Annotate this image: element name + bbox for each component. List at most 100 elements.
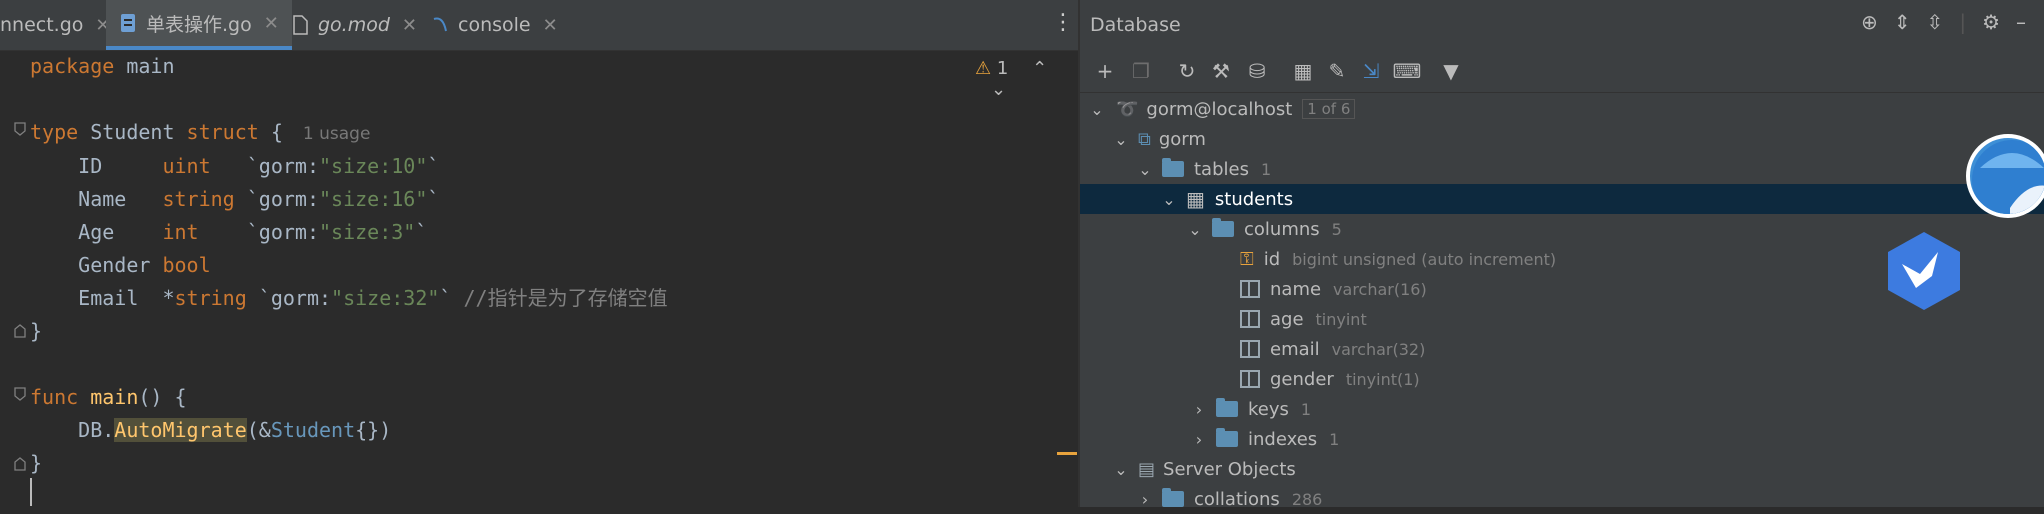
field-name: Age — [30, 220, 163, 244]
code-line: } — [30, 447, 42, 480]
tag-string: "size:32" — [331, 286, 440, 310]
code-area[interactable]: package main type Student struct {1 usag… — [0, 50, 1078, 507]
tag-string: "size:10" — [319, 154, 428, 178]
field-type: string — [162, 187, 235, 211]
query-console-icon[interactable]: ⌨ — [1392, 56, 1422, 86]
chevron-right-icon[interactable]: › — [1192, 400, 1206, 419]
tab-connect-go[interactable]: nnect.go ✕ — [0, 0, 111, 50]
scroll-marker[interactable] — [1057, 452, 1077, 455]
tree-node-column[interactable]: gender tinyint(1) — [1080, 364, 2044, 394]
close-icon[interactable]: ✕ — [402, 15, 417, 36]
column-name: name — [1270, 278, 1322, 300]
server-objects-icon: ▤ — [1138, 458, 1156, 480]
chevron-down-icon[interactable]: ⌄ — [1114, 130, 1128, 149]
code-line: DB.AutoMigrate(&Student{}) — [30, 414, 391, 447]
keyword: type — [30, 120, 79, 144]
chevron-down-icon[interactable]: ⌄ — [1188, 220, 1202, 239]
chevron-down-icon[interactable]: ⌄ — [1138, 160, 1152, 179]
field-type: int — [162, 220, 199, 244]
keyword: func — [30, 385, 79, 409]
close-icon[interactable]: ✕ — [264, 13, 279, 34]
tag-suffix: ` — [439, 286, 464, 310]
chevron-down-icon[interactable]: ⌄ — [1162, 190, 1176, 209]
tree-node-collations[interactable]: › collations 286 — [1080, 484, 2044, 514]
bird-app-icon[interactable] — [1886, 230, 1962, 312]
table-icon[interactable]: ▦ — [1288, 56, 1318, 86]
usage-hint[interactable]: 1 usage — [303, 124, 371, 144]
fold-icon[interactable] — [14, 122, 26, 136]
refresh-icon[interactable]: ↻ — [1172, 56, 1202, 86]
tree-node-connection[interactable]: ⌄ ➰ gorm@localhost 1 of 6 — [1080, 94, 2044, 124]
primary-key-column-icon: ⚿ — [1240, 248, 1254, 270]
data-source-properties-icon[interactable]: ⛁ — [1242, 56, 1272, 86]
field-type: bool — [162, 253, 211, 277]
gear-icon[interactable]: ⚙ — [1982, 10, 2000, 34]
code-line: Name string `gorm:"size:16"` — [30, 183, 439, 216]
chevron-right-icon[interactable]: › — [1192, 430, 1206, 449]
code-editor[interactable]: nnect.go ✕ 单表操作.go ✕ go.mod ✕ console ✕ … — [0, 0, 1078, 507]
tag-prefix: `gorm: — [198, 220, 319, 244]
tree-node-server-objects[interactable]: ⌄ ▤ Server Objects — [1080, 454, 2044, 484]
node-label: students — [1214, 188, 1294, 210]
fold-icon[interactable] — [14, 387, 26, 401]
tree-node-indexes[interactable]: › indexes 1 — [1080, 424, 2044, 454]
filter-icon[interactable]: ▼ — [1436, 56, 1466, 86]
keyword: package — [30, 54, 115, 78]
node-count: 1 — [1329, 429, 1340, 449]
punctuation: {}) — [355, 418, 392, 442]
text-caret — [30, 478, 32, 506]
expand-all-icon[interactable]: ⇕ — [1894, 10, 1911, 34]
tree-node-keys[interactable]: › keys 1 — [1080, 394, 2044, 424]
node-label: collations — [1194, 488, 1280, 510]
punctuation: } — [30, 319, 43, 343]
tab-danbiao-go[interactable]: 单表操作.go ✕ — [106, 0, 292, 50]
node-label: columns — [1244, 218, 1320, 240]
floating-assistant-icon[interactable] — [1966, 134, 2044, 218]
field-name: Email — [30, 286, 163, 310]
add-icon[interactable]: + — [1090, 56, 1120, 86]
collapse-all-icon[interactable]: ⇳ — [1927, 10, 1944, 34]
jump-to-source-icon[interactable]: ⇲ — [1356, 56, 1386, 86]
punctuation: { — [258, 120, 283, 144]
table-icon: ▦ — [1186, 187, 1205, 211]
node-label: gorm — [1158, 128, 1206, 150]
tab-console[interactable]: console ✕ — [432, 0, 562, 50]
node-label: Server Objects — [1163, 458, 1296, 480]
column-type: varchar(32) — [1331, 339, 1426, 359]
column-type: bigint unsigned (auto increment) — [1292, 249, 1557, 269]
duplicate-icon[interactable]: ❐ — [1126, 56, 1156, 86]
code-line: Gender bool — [30, 249, 211, 282]
field-name: Gender — [30, 253, 163, 277]
type-name: Student — [270, 418, 356, 442]
tab-label: go.mod — [318, 14, 390, 36]
fold-end-icon[interactable] — [14, 324, 26, 338]
close-icon[interactable]: ✕ — [543, 15, 558, 36]
tree-node-table-students[interactable]: ⌄ ▦ students — [1080, 184, 2044, 214]
tree-node-column[interactable]: email varchar(32) — [1080, 334, 2044, 364]
edit-icon[interactable]: ✎ — [1322, 56, 1352, 86]
keyword: struct — [186, 120, 259, 144]
code-line: ID uint `gorm:"size:10"` — [30, 150, 439, 183]
column-name: email — [1270, 338, 1320, 360]
identifier: main — [114, 54, 175, 78]
chevron-right-icon[interactable]: › — [1138, 490, 1152, 509]
tree-node-tables[interactable]: ⌄ tables 1 — [1080, 154, 2044, 184]
tree-node-schema[interactable]: ⌄ ⧉ gorm — [1080, 124, 2044, 154]
schema-settings-icon[interactable]: ⚒ — [1206, 56, 1236, 86]
minimize-icon[interactable]: – — [2016, 10, 2026, 34]
fold-end-icon[interactable] — [14, 457, 26, 471]
pointer-symbol: * — [162, 286, 175, 310]
field-name: ID — [30, 154, 163, 178]
column-name: age — [1270, 308, 1304, 330]
tab-label: 单表操作.go — [146, 13, 252, 36]
tag-string: "size:16" — [319, 187, 428, 211]
more-options-icon[interactable]: ⋮ — [1052, 12, 1074, 34]
method-call[interactable]: AutoMigrate — [114, 418, 247, 442]
locate-icon[interactable]: ⊕ — [1861, 10, 1878, 34]
chevron-down-icon[interactable]: ⌄ — [1090, 100, 1104, 119]
tag-prefix: `gorm: — [210, 154, 319, 178]
node-count: 286 — [1291, 489, 1323, 509]
identifier: DB. — [30, 418, 115, 442]
tab-go-mod[interactable]: go.mod ✕ — [292, 0, 422, 50]
chevron-down-icon[interactable]: ⌄ — [1114, 460, 1128, 479]
